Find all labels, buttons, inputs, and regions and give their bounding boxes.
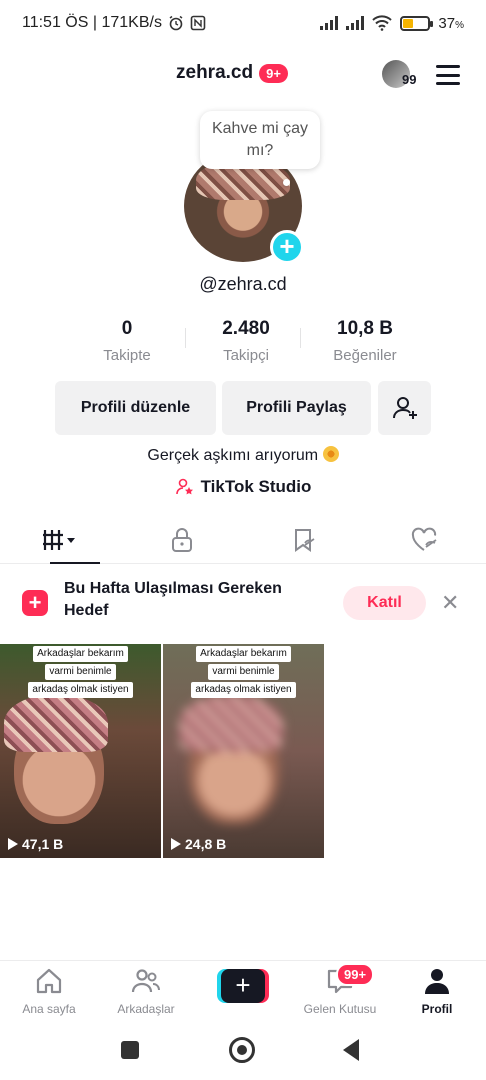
video-caption: Arkadaşlar bekarım varmi benimle arkadaş… bbox=[163, 646, 324, 698]
nav-profile[interactable]: Profil bbox=[392, 967, 482, 1016]
note-bubble[interactable]: Kahve mi çay mı? bbox=[200, 111, 320, 169]
create-button[interactable]: + bbox=[217, 969, 269, 1003]
recent-apps-icon[interactable] bbox=[121, 1041, 139, 1059]
grid-icon bbox=[42, 529, 75, 550]
studio-label: TikTok Studio bbox=[200, 477, 312, 496]
view-count: 24,8 B bbox=[171, 836, 226, 852]
profile-bio: Gerçek aşkımı arıyorum bbox=[0, 446, 486, 465]
close-icon[interactable]: ✕ bbox=[441, 590, 459, 616]
join-button[interactable]: Katıl bbox=[343, 586, 426, 620]
video-caption: Arkadaşlar bekarım varmi benimle arkadaş… bbox=[0, 646, 161, 698]
profile-handle: @zehra.cd bbox=[199, 274, 287, 294]
flower-emoji-icon bbox=[322, 446, 339, 462]
tab-videos[interactable] bbox=[0, 516, 122, 564]
stat-value: 0 bbox=[121, 318, 133, 339]
nav-home[interactable]: Ana sayfa bbox=[4, 967, 94, 1016]
home-button-icon[interactable] bbox=[229, 1037, 255, 1063]
notification-badge: 9+ bbox=[259, 63, 288, 83]
stat-followers[interactable]: 2.480 Takipçi bbox=[187, 318, 305, 364]
inbox-badge: 99+ bbox=[336, 963, 375, 986]
bookmark-hidden-icon bbox=[294, 528, 315, 552]
goal-icon: + bbox=[22, 590, 48, 616]
signal-icon bbox=[320, 16, 339, 30]
friends-icon bbox=[131, 969, 160, 993]
account-switcher[interactable]: zehra.cd 9+ bbox=[176, 62, 288, 84]
profile-stats: 0 Takipte 2.480 Takipçi 10,8 B Beğeniler bbox=[68, 318, 424, 364]
bottom-navigation: Ana sayfa Arkadaşlar + Gelen Kutusu Prof… bbox=[0, 960, 486, 1020]
alarm-icon bbox=[169, 15, 183, 31]
username-title: zehra.cd bbox=[176, 62, 254, 83]
add-story-icon[interactable]: + bbox=[270, 230, 304, 264]
battery-icon bbox=[400, 15, 434, 31]
view-count: 47,1 B bbox=[8, 836, 63, 852]
stat-divider bbox=[300, 328, 301, 348]
weekly-goal-banner: + Bu Hafta Ulaşılması Gereken Hedef Katı… bbox=[0, 572, 486, 634]
stat-label: Takipçi bbox=[223, 347, 269, 364]
menu-icon[interactable] bbox=[436, 65, 460, 85]
signal-icon-2 bbox=[346, 16, 365, 30]
nfc-icon bbox=[190, 15, 206, 31]
tab-private[interactable] bbox=[122, 516, 244, 563]
heart-hidden-icon bbox=[412, 527, 437, 551]
tab-saved[interactable] bbox=[243, 516, 365, 563]
battery-percent: 37% bbox=[438, 14, 464, 32]
add-user-icon bbox=[392, 397, 417, 419]
creator-icon bbox=[175, 478, 193, 495]
nav-friends[interactable]: Arkadaşlar bbox=[101, 967, 191, 1016]
stat-value: 2.480 bbox=[222, 318, 270, 339]
stat-value: 10,8 B bbox=[337, 318, 393, 339]
tiktok-studio-link[interactable]: TikTok Studio bbox=[0, 477, 486, 497]
play-icon bbox=[8, 838, 18, 850]
system-navigation bbox=[0, 1022, 486, 1080]
stat-label: Beğeniler bbox=[333, 347, 397, 364]
play-icon bbox=[171, 838, 181, 850]
profile-header: zehra.cd 9+ 99 bbox=[0, 52, 486, 98]
plus-icon: + bbox=[221, 969, 265, 1003]
wifi-icon bbox=[372, 15, 393, 31]
tab-liked[interactable] bbox=[365, 516, 486, 563]
home-icon bbox=[36, 968, 62, 994]
stat-label: Takipte bbox=[103, 347, 151, 364]
accounts-count: 99 bbox=[402, 72, 417, 87]
bio-text: Gerçek aşkımı arıyorum bbox=[147, 447, 319, 464]
video-thumbnail[interactable]: Arkadaşlar bekarım varmi benimle arkadaş… bbox=[0, 644, 161, 858]
video-thumbnail[interactable]: Arkadaşlar bekarım varmi benimle arkadaş… bbox=[163, 644, 324, 858]
add-friend-button[interactable] bbox=[378, 381, 431, 435]
back-icon[interactable] bbox=[343, 1039, 359, 1061]
status-time: 11:51 ÖS | 171KB/s bbox=[22, 14, 162, 31]
content-tabs bbox=[0, 516, 486, 564]
status-bar: 11:51 ÖS | 171KB/s 37% bbox=[0, 0, 486, 46]
stat-divider bbox=[185, 328, 186, 348]
goal-text: Bu Hafta Ulaşılması Gereken Hedef bbox=[64, 580, 282, 619]
edit-profile-button[interactable]: Profili düzenle bbox=[55, 381, 216, 435]
bubble-tail bbox=[283, 179, 290, 186]
stat-following[interactable]: 0 Takipte bbox=[68, 318, 186, 364]
profile-icon bbox=[425, 969, 449, 994]
stat-likes[interactable]: 10,8 B Beğeniler bbox=[306, 318, 424, 364]
lock-icon bbox=[172, 527, 193, 552]
share-profile-button[interactable]: Profili Paylaş bbox=[222, 381, 371, 435]
